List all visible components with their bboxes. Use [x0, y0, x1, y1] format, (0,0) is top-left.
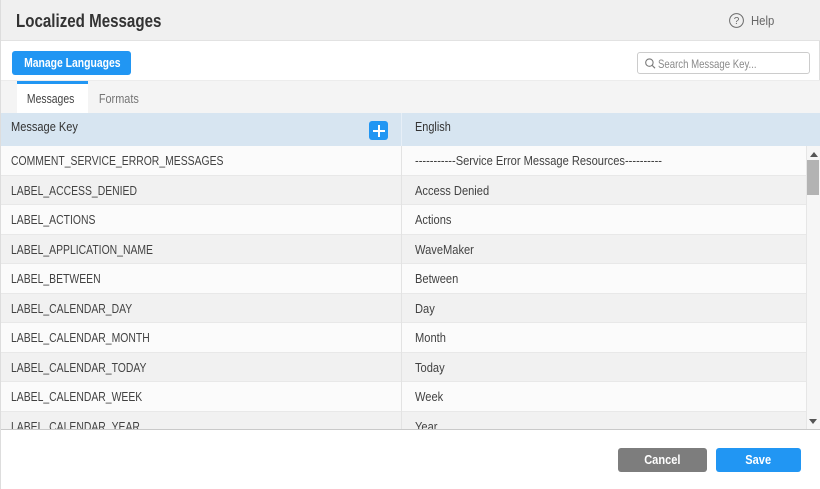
svg-text:?: ? — [734, 16, 740, 27]
